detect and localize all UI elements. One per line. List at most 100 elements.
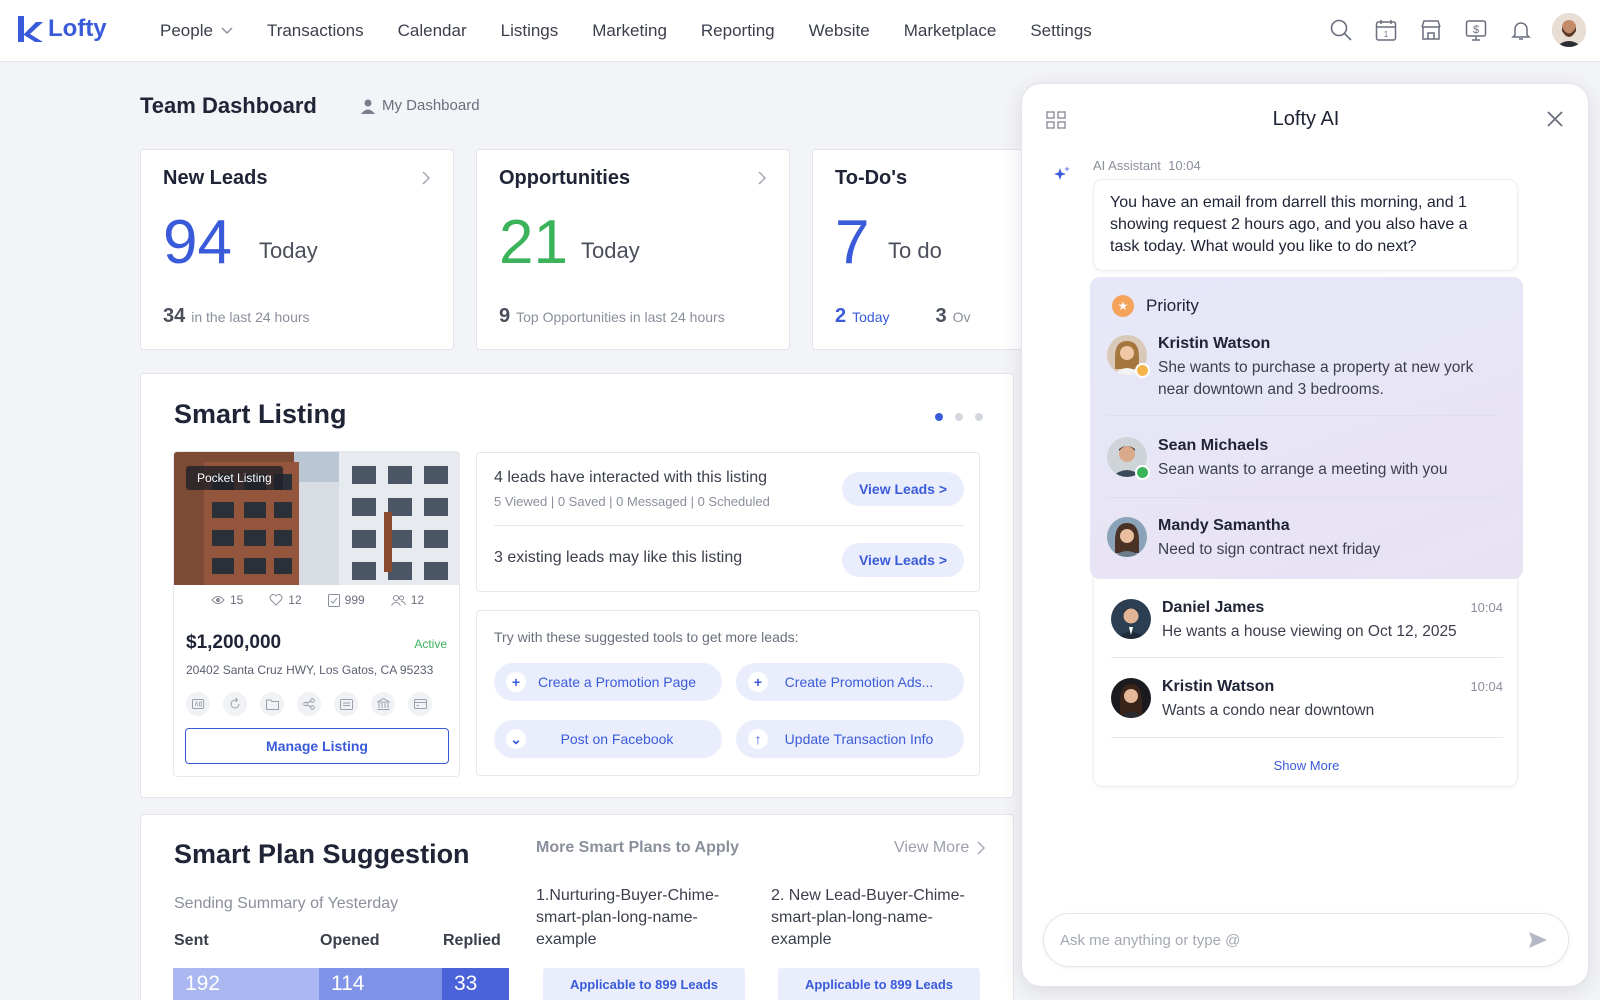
folder-icon[interactable] [260, 692, 284, 716]
col-opened: Opened [320, 932, 380, 949]
checklist-icon [327, 593, 345, 607]
stat-value-label: To do [888, 238, 942, 263]
nav-marketing[interactable]: Marketing [592, 21, 667, 41]
heart-icon [269, 594, 288, 606]
sparkle-icon [1048, 160, 1076, 188]
close-icon[interactable] [1546, 110, 1564, 133]
logo[interactable]: Lofty [16, 14, 107, 44]
view-leads-button[interactable]: View Leads > [842, 472, 964, 506]
ad-icon[interactable] [186, 692, 210, 716]
page-title: Team Dashboard [140, 93, 317, 118]
show-more-link[interactable]: Show More [1094, 758, 1519, 773]
my-dashboard-label: My Dashboard [382, 97, 480, 114]
bank-icon[interactable] [371, 692, 395, 716]
todos-card[interactable]: To-Do's 7 To do 2 Today 3 Ov [812, 149, 1026, 350]
new-leads-card[interactable]: New Leads 94 Today 34 in the last 24 hou… [140, 149, 454, 350]
ai-lead-list: ★ Priority Kristin Watson She wants to p… [1090, 277, 1523, 787]
calendar-icon[interactable]: 1 [1372, 16, 1400, 44]
stat-value: 7 [835, 208, 870, 277]
nav-reporting[interactable]: Reporting [701, 21, 775, 41]
ai-message-input[interactable] [1060, 914, 1500, 966]
lead-item[interactable]: Daniel James 10:04 He wants a house view… [1111, 599, 1503, 647]
priority-contact[interactable]: Mandy Samantha Need to sign contract nex… [1107, 517, 1499, 565]
nav-listings[interactable]: Listings [501, 21, 559, 41]
calendar-day-text: 1 [1384, 30, 1389, 39]
listing-tools [186, 692, 445, 716]
search-icon[interactable] [1327, 16, 1355, 44]
view-leads-button[interactable]: View Leads > [842, 543, 964, 577]
listing-card: Pocket Listing 15 12 999 12 $1,200,000 A… [173, 451, 460, 777]
apply-plan-button[interactable]: Applicable to 899 Leads [543, 968, 745, 1000]
likes-stat: 12 [269, 593, 302, 607]
eye-icon [211, 595, 230, 605]
stat-value: 21 [499, 208, 568, 277]
chevron-right-icon[interactable] [421, 170, 431, 191]
card-icon[interactable] [408, 692, 432, 716]
my-dashboard-link[interactable]: My Dashboard [360, 97, 480, 114]
view-more-link[interactable]: View More [894, 839, 986, 857]
svg-text:$: $ [1473, 24, 1479, 36]
message-badge-icon [1135, 465, 1150, 480]
share-icon[interactable] [297, 692, 321, 716]
priority-contact[interactable]: Sean Michaels Sean wants to arrange a me… [1107, 437, 1499, 485]
nav-settings[interactable]: Settings [1030, 21, 1091, 41]
divider [1111, 737, 1503, 738]
nav-marketplace[interactable]: Marketplace [904, 21, 997, 41]
nav-people[interactable]: People [160, 21, 233, 41]
divider [1111, 657, 1503, 658]
listing-status: Active [414, 637, 447, 651]
listing-stats: 15 12 999 12 [174, 593, 459, 607]
pager-dot[interactable] [935, 413, 943, 421]
opportunities-card[interactable]: Opportunities 21 Today 9 Top Opportuniti… [476, 149, 790, 350]
lofty-ai-panel: Lofty AI AI Assistant 10:04 You have an … [1021, 83, 1589, 987]
contact-message: Wants a condo near downtown [1162, 702, 1375, 719]
saves-count: 999 [344, 593, 365, 607]
dollar-icon[interactable]: $ [1462, 16, 1490, 44]
stat-title: To-Do's [835, 167, 908, 189]
view-more-label: View More [894, 839, 970, 856]
divider [1107, 497, 1499, 498]
lofty-logo-icon [16, 14, 44, 44]
tool-label: Create a Promotion Page [538, 674, 696, 690]
bell-icon[interactable] [1507, 16, 1535, 44]
sending-summary-label: Sending Summary of Yesterday [174, 895, 399, 912]
update-transaction-info-button[interactable]: ↑ Update Transaction Info [736, 720, 964, 758]
apply-plan-button[interactable]: Applicable to 899 Leads [778, 968, 980, 1000]
leads-stat: 12 [390, 593, 425, 607]
listing-photo[interactable]: Pocket Listing [174, 452, 459, 585]
listing-price: $1,200,000 [186, 632, 282, 653]
smart-listing-title: Smart Listing [174, 399, 347, 429]
pager-dot[interactable] [975, 413, 983, 421]
user-avatar[interactable] [1552, 13, 1586, 47]
saves-stat: 999 [327, 593, 365, 607]
nav-calendar[interactable]: Calendar [398, 21, 467, 41]
nav-website[interactable]: Website [809, 21, 870, 41]
send-icon[interactable] [1528, 931, 1548, 954]
stat-foot-number-2: 3 [935, 305, 947, 327]
main-menu: People Transactions Calendar Listings Ma… [160, 0, 1126, 62]
carousel-pager [923, 408, 983, 426]
suggested-tools-box: Try with these suggested tools to get mo… [476, 610, 980, 776]
manage-listing-button[interactable]: Manage Listing [185, 728, 449, 764]
post-on-facebook-button[interactable]: ⌄ Post on Facebook [494, 720, 722, 758]
interaction-breakdown: 5 Viewed | 0 Saved | 0 Messaged | 0 Sche… [494, 494, 770, 509]
stat-footer: 9 Top Opportunities in last 24 hours [499, 305, 725, 328]
listing-leads-box: 4 leads have interacted with this listin… [476, 452, 980, 592]
opened-bar: 114 [319, 968, 442, 1000]
stat-foot-text-2: Ov [952, 309, 971, 325]
sync-icon[interactable] [223, 692, 247, 716]
priority-contact[interactable]: Kristin Watson She wants to purchase a p… [1107, 335, 1499, 405]
store-icon[interactable] [1417, 16, 1445, 44]
interacted-leads-text: 4 leads have interacted with this listin… [494, 469, 768, 486]
image-icon[interactable] [334, 692, 358, 716]
create-promotion-ads-button[interactable]: + Create Promotion Ads... [736, 663, 964, 701]
create-promotion-page-button[interactable]: + Create a Promotion Page [494, 663, 722, 701]
leads-count: 12 [410, 593, 425, 607]
stat-foot-text: Today [852, 309, 890, 325]
lead-item[interactable]: Kristin Watson 10:04 Wants a condo near … [1111, 678, 1503, 726]
stat-title: New Leads [163, 167, 268, 189]
pager-dot[interactable] [955, 413, 963, 421]
chevron-right-icon[interactable] [757, 170, 767, 191]
views-stat: 15 [211, 593, 243, 607]
nav-transactions[interactable]: Transactions [267, 21, 364, 41]
